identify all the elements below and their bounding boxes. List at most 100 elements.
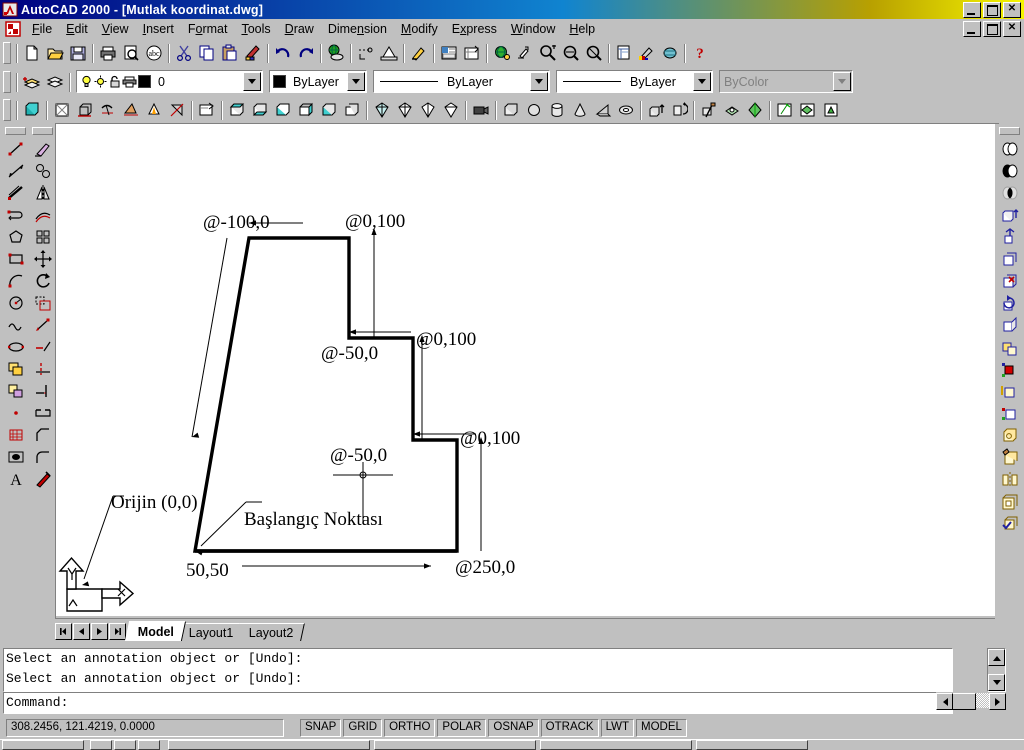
- linetype-dropdown-arrow[interactable]: [530, 72, 548, 91]
- fillet-icon[interactable]: [31, 446, 54, 468]
- solids-3d-icon[interactable]: [20, 98, 43, 121]
- view-back-icon[interactable]: [340, 98, 363, 121]
- prev-tab-icon[interactable]: [73, 623, 90, 640]
- zoom-window-icon[interactable]: [559, 42, 582, 64]
- view-ne-iso-icon[interactable]: [416, 98, 439, 121]
- scale-icon[interactable]: [31, 292, 54, 314]
- plotstyle-dropdown-arrow[interactable]: [833, 72, 851, 91]
- menu-item-tools[interactable]: Tools: [234, 20, 277, 38]
- view-right-icon[interactable]: [294, 98, 317, 121]
- next-tab-icon[interactable]: [91, 623, 108, 640]
- copy-edges-icon[interactable]: [998, 380, 1021, 402]
- command-vertical-scrollbar[interactable]: [987, 648, 1006, 692]
- array-icon[interactable]: [31, 226, 54, 248]
- copy-object-icon[interactable]: [31, 160, 54, 182]
- reference-manager-icon[interactable]: [658, 42, 681, 64]
- subtract-icon[interactable]: [998, 160, 1021, 182]
- scroll-down-icon[interactable]: [988, 674, 1005, 691]
- drawing-canvas[interactable]: @-100,0 @0,100 @-50,0 @0,100 @0,100 @-50…: [56, 124, 996, 616]
- extend-icon[interactable]: [31, 380, 54, 402]
- multiline-text-icon[interactable]: A: [4, 468, 27, 490]
- taper-faces-icon[interactable]: [998, 314, 1021, 336]
- copy-icon[interactable]: [195, 42, 218, 64]
- toolbar-grip[interactable]: [3, 42, 11, 64]
- menu-item-file[interactable]: FFileile: [25, 20, 59, 38]
- status-toggle-polar[interactable]: POLAR: [437, 719, 487, 737]
- section-icon[interactable]: [720, 98, 743, 121]
- make-block-icon[interactable]: [4, 380, 27, 402]
- cut-icon[interactable]: [172, 42, 195, 64]
- shade-3d-wireframe-icon[interactable]: [73, 98, 96, 121]
- command-prompt-line[interactable]: Command:: [3, 692, 953, 714]
- minimize-button[interactable]: [963, 2, 981, 18]
- shade-2d-wireframe-icon[interactable]: [50, 98, 73, 121]
- copy-faces-icon[interactable]: [998, 336, 1021, 358]
- offset-icon[interactable]: [31, 204, 54, 226]
- menu-item-insert[interactable]: Insert: [136, 20, 181, 38]
- match-properties-icon[interactable]: [241, 42, 264, 64]
- wedge-icon[interactable]: [591, 98, 614, 121]
- color-control-combo[interactable]: ByLayer: [269, 70, 367, 93]
- slice-icon[interactable]: [697, 98, 720, 121]
- toolbar-grip[interactable]: [3, 98, 11, 121]
- region-icon[interactable]: [4, 446, 27, 468]
- rectangle-icon[interactable]: [4, 248, 27, 270]
- trim-icon[interactable]: [31, 358, 54, 380]
- setup-profile-icon[interactable]: [819, 98, 842, 121]
- scroll-right-icon[interactable]: [989, 693, 1006, 710]
- extrude-faces-icon[interactable]: [998, 204, 1021, 226]
- torus-icon[interactable]: [614, 98, 637, 121]
- rotate-icon[interactable]: [31, 270, 54, 292]
- color-faces-icon[interactable]: [998, 358, 1021, 380]
- undo-icon[interactable]: [271, 42, 294, 64]
- redo-icon[interactable]: [294, 42, 317, 64]
- menu-item-edit[interactable]: Edit: [59, 20, 95, 38]
- box-icon[interactable]: [499, 98, 522, 121]
- mdi-minimize-button[interactable]: [963, 21, 981, 37]
- interfere-icon[interactable]: [743, 98, 766, 121]
- shade-edges-icon[interactable]: [165, 98, 188, 121]
- shell-icon[interactable]: [998, 490, 1021, 512]
- cone-icon[interactable]: [568, 98, 591, 121]
- lineweight-dropdown-arrow[interactable]: [693, 72, 711, 91]
- open-icon[interactable]: [43, 42, 66, 64]
- multiline-icon[interactable]: [4, 204, 27, 226]
- view-top-icon[interactable]: [225, 98, 248, 121]
- status-toggle-lwt[interactable]: LWT: [600, 719, 635, 737]
- separate-icon[interactable]: [998, 468, 1021, 490]
- tab-model[interactable]: Model: [124, 621, 187, 641]
- scrollbar-track[interactable]: [952, 693, 990, 710]
- named-views-icon[interactable]: [195, 98, 218, 121]
- mdi-document-icon[interactable]: [5, 21, 21, 37]
- erase-icon[interactable]: [31, 138, 54, 160]
- help-icon[interactable]: ?: [688, 42, 711, 64]
- menu-item-modify[interactable]: Modify: [394, 20, 445, 38]
- break-icon[interactable]: [31, 402, 54, 424]
- properties-icon[interactable]: [437, 42, 460, 64]
- toolbar-grip[interactable]: [32, 127, 53, 135]
- sheet-set-icon[interactable]: [612, 42, 635, 64]
- tab-layout1[interactable]: Layout1: [176, 623, 246, 641]
- linetype-control-combo[interactable]: ByLayer: [373, 70, 550, 93]
- close-button[interactable]: ✕: [1003, 2, 1021, 18]
- status-toggle-ortho[interactable]: ORTHO: [384, 719, 436, 737]
- layer-control-combo[interactable]: 0: [76, 70, 263, 93]
- status-toggle-osnap[interactable]: OSNAP: [488, 719, 539, 737]
- design-center-icon[interactable]: [460, 42, 483, 64]
- mirror-icon[interactable]: [31, 182, 54, 204]
- lengthen-icon[interactable]: [31, 336, 54, 358]
- menu-item-window[interactable]: Window: [504, 20, 562, 38]
- point-icon[interactable]: [4, 402, 27, 424]
- scroll-left-icon[interactable]: [936, 693, 953, 710]
- insert-block-icon[interactable]: [4, 358, 27, 380]
- view-se-iso-icon[interactable]: [393, 98, 416, 121]
- offset-faces-icon[interactable]: [998, 248, 1021, 270]
- camera-icon[interactable]: [469, 98, 492, 121]
- menu-item-help[interactable]: Help: [562, 20, 602, 38]
- layer-dropdown-arrow[interactable]: [243, 72, 261, 91]
- chamfer-icon[interactable]: [31, 424, 54, 446]
- cylinder-icon[interactable]: [545, 98, 568, 121]
- paste-icon[interactable]: [218, 42, 241, 64]
- check-icon[interactable]: [998, 512, 1021, 534]
- extrude-icon[interactable]: [644, 98, 667, 121]
